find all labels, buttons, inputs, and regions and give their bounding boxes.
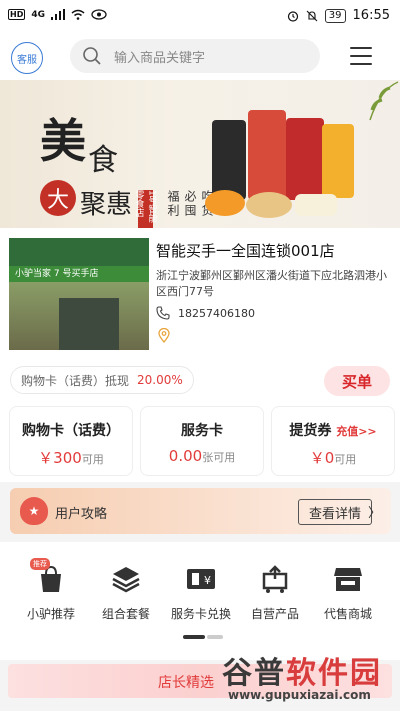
- banner-title-shi: 食: [88, 143, 118, 178]
- promo-banner[interactable]: 美 食 大 聚惠 1号智能零食店 吃货必囤福利: [0, 80, 400, 228]
- mute-bell-icon: [306, 10, 318, 21]
- store-phone-row[interactable]: 18257406180: [156, 306, 255, 320]
- view-details-button[interactable]: 查看详情: [298, 499, 372, 525]
- search-icon: [83, 47, 101, 65]
- battery-level: 39: [324, 8, 346, 23]
- snack-product-image: [246, 192, 292, 218]
- chevron-right-icon: 〉: [367, 506, 381, 521]
- card-exchange-icon: ¥: [187, 569, 215, 589]
- voucher-card-amount: ￥0: [309, 449, 335, 467]
- eye-icon: [91, 9, 107, 20]
- shortcut-grid: 推荐 小驴推荐 组合套餐 ¥ 服务卡兑换 自营产品 代售商城: [0, 542, 400, 660]
- snack-product-image: [205, 190, 245, 216]
- shopping-card-unit: 可用: [81, 453, 104, 466]
- watermark-logo: 谷普软件园 www.gupuxiazai.com: [222, 648, 398, 706]
- service-card-amount: 0.00: [168, 447, 203, 465]
- voucher-card-title: 提货券: [289, 423, 332, 439]
- cart-upload-icon: [262, 565, 288, 593]
- watermark-url: www.gupuxiazai.com: [228, 688, 371, 702]
- menu-icon[interactable]: [350, 47, 372, 71]
- search-placeholder: 输入商品关键字: [114, 50, 206, 66]
- phone-icon: [156, 306, 170, 320]
- snack-product-image: [295, 194, 337, 216]
- discount-pill: 购物卡（话费）抵现 20.00%: [10, 366, 194, 394]
- banner-title-mei: 美: [40, 114, 86, 168]
- shortcut-recommend-label: 小驴推荐: [26, 607, 75, 621]
- location-pin-icon[interactable]: [158, 328, 170, 343]
- discount-row: 购物卡（话费）抵现 20.00% 买单: [0, 360, 400, 400]
- svg-text:¥: ¥: [204, 574, 211, 587]
- service-card[interactable]: 服务卡 0.00张可用: [140, 406, 264, 476]
- recharge-link[interactable]: 充值>>: [336, 425, 376, 438]
- manager-picks-label: 店长精选: [158, 675, 214, 691]
- snack-product-image: [322, 124, 354, 198]
- banner-title-da: 大: [40, 180, 76, 216]
- shortcut-consign-mall-label: 代售商城: [323, 607, 372, 621]
- pay-bill-button[interactable]: 买单: [324, 366, 390, 396]
- shortcut-combo[interactable]: 组合套餐: [91, 564, 161, 622]
- banner-title-juhui: 聚惠: [80, 190, 133, 220]
- status-bar: HD 4G 39 16:55: [0, 0, 400, 34]
- voucher-card[interactable]: 提货券 充值>> ￥0可用: [271, 406, 395, 476]
- top-header: 客服 输入商品关键字: [0, 34, 400, 80]
- store-sign-text: 小驴当家 7 号买手店: [9, 266, 149, 282]
- wifi-icon: [71, 9, 85, 20]
- service-card-title: 服务卡: [181, 423, 223, 439]
- shopping-card[interactable]: 购物卡（话费） ￥300可用: [9, 406, 133, 476]
- shortcut-recommend[interactable]: 推荐 小驴推荐: [16, 558, 86, 622]
- layers-icon: [112, 567, 140, 593]
- shortcut-service-card[interactable]: ¥ 服务卡兑换: [166, 564, 236, 622]
- shortcut-self-operated[interactable]: 自营产品: [240, 564, 310, 622]
- voucher-card-unit: 可用: [334, 453, 357, 466]
- signal-icon: [51, 9, 65, 20]
- store-door-image: [59, 298, 119, 350]
- customer-service-label: 客服: [17, 54, 37, 66]
- store-info-card[interactable]: 小驴当家 7 号买手店 智能买手一全国连锁001店 浙江宁波鄞州区鄞州区潘火街道…: [0, 228, 400, 360]
- hd-badge: HD: [8, 9, 26, 20]
- shortcut-combo-label: 组合套餐: [101, 607, 150, 621]
- snack-product-image: [286, 118, 324, 200]
- watermark-text-2: 软件园: [286, 656, 382, 691]
- shopping-card-amount: ￥300: [38, 449, 82, 467]
- user-guide-bar[interactable]: ★ 用户攻略 查看详情 〉: [10, 488, 391, 534]
- store-phone: 18257406180: [178, 306, 255, 320]
- discount-label: 购物卡（话费）抵现: [21, 373, 130, 388]
- banner-store-tag: 1号智能零食店: [134, 190, 157, 228]
- network-4g-label: 4G: [31, 9, 45, 20]
- store-icon: [334, 568, 362, 591]
- store-name: 智能买手一全国连锁001店: [156, 242, 335, 260]
- clock: 16:55: [352, 8, 390, 23]
- search-input[interactable]: 输入商品关键字: [70, 39, 320, 73]
- leaf-decoration-icon: [369, 81, 399, 121]
- balance-cards: 购物卡（话费） ￥300可用 服务卡 0.00张可用 提货券 充值>> ￥0可用: [0, 400, 400, 482]
- page-indicator: [183, 635, 223, 639]
- service-card-unit: 张可用: [202, 451, 236, 464]
- money-bag-icon: ★: [20, 497, 48, 525]
- discount-rate: 20.00%: [137, 373, 183, 387]
- recommend-badge: 推荐: [30, 558, 50, 570]
- shopping-card-title: 购物卡（话费）: [22, 423, 120, 439]
- user-guide-label: 用户攻略: [55, 507, 108, 522]
- store-address: 浙江宁波鄞州区鄞州区潘火街道下应北路泗港小区西门77号: [156, 269, 387, 298]
- shortcut-service-card-label: 服务卡兑换: [170, 607, 231, 621]
- shortcut-consign-mall[interactable]: 代售商城: [313, 564, 383, 622]
- alarm-icon: [287, 10, 298, 22]
- shortcut-self-operated-label: 自营产品: [250, 607, 299, 621]
- store-photo: 小驴当家 7 号买手店: [9, 238, 149, 350]
- snack-product-image: [212, 120, 246, 200]
- snack-product-image: [248, 110, 286, 200]
- customer-service-button[interactable]: 客服: [11, 42, 43, 74]
- watermark-text-1: 谷普: [222, 656, 286, 691]
